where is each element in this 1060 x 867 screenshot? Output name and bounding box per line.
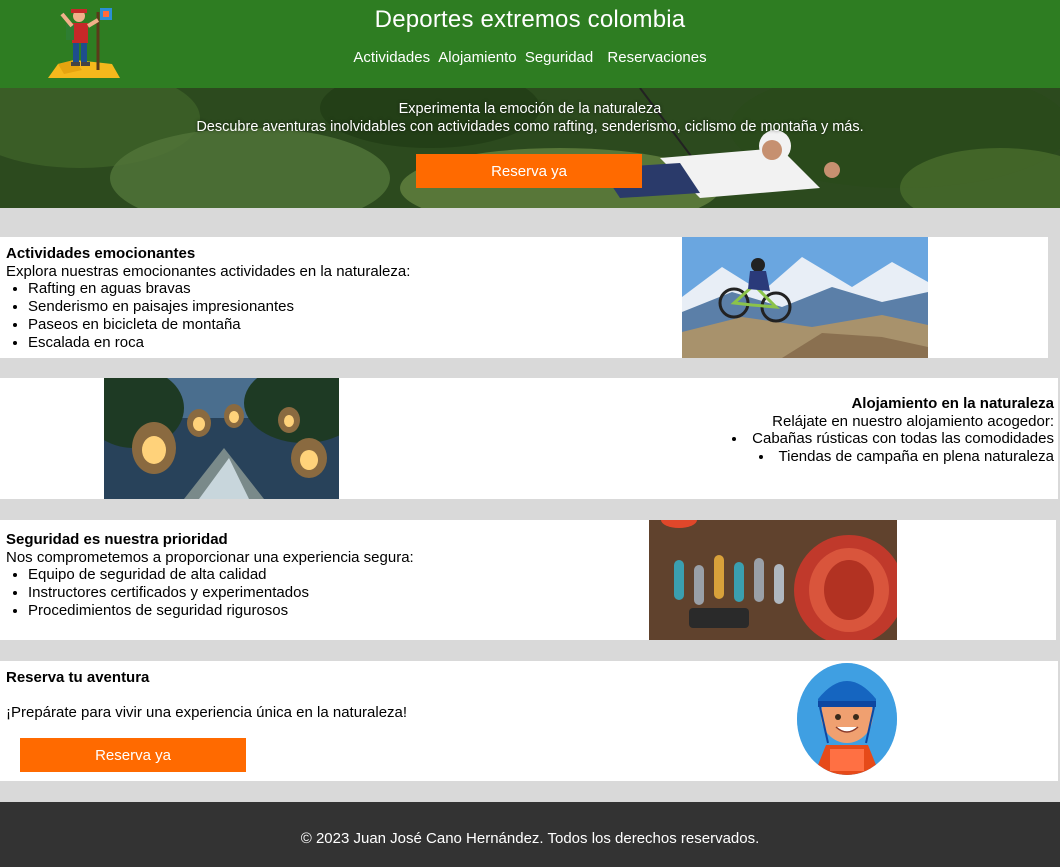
nav-link-seguridad[interactable]: Seguridad [525, 49, 593, 66]
site-header: Deportes extremos colombia Actividades A… [0, 0, 1060, 88]
list-item: Procedimientos de seguridad rigurosos [28, 602, 414, 620]
safety-list: Equipo de seguridad de alta calidad Inst… [6, 566, 414, 619]
safety-title: Seguridad es nuestra prioridad [6, 531, 228, 548]
activities-title: Actividades emocionantes [6, 245, 196, 262]
booking-title: Reserva tu aventura [6, 669, 150, 686]
hero-description: Descubre aventuras inolvidables con acti… [196, 119, 864, 135]
nav-link-actividades[interactable]: Actividades [353, 49, 430, 66]
list-item: Senderismo en paisajes impresionantes [28, 298, 410, 316]
activities-list: Rafting en aguas bravas Senderismo en pa… [6, 280, 410, 351]
nav-link-reservaciones[interactable]: Reservaciones [607, 49, 706, 66]
hero-reserve-button[interactable]: Reserva ya [416, 154, 642, 188]
site-footer: © 2023 Juan José Cano Hernández. Todos l… [0, 802, 1060, 867]
lodging-section: Alojamiento en la naturaleza Relájate en… [0, 378, 1058, 499]
safety-section: Seguridad es nuestra prioridad Nos compr… [0, 520, 1056, 640]
hero-tagline: Experimenta la emoción de la naturaleza … [0, 100, 1060, 136]
activities-section: Actividades emocionantes Explora nuestra… [0, 237, 1048, 358]
hero-headline: Experimenta la emoción de la naturaleza [398, 101, 662, 117]
booking-reserve-button[interactable]: Reserva ya [20, 738, 246, 772]
hero-banner: Experimenta la emoción de la naturaleza … [0, 88, 1060, 208]
site-title: Deportes extremos colombia [374, 6, 686, 33]
lodging-list: Cabañas rústicas con todas las comodidad… [732, 430, 1054, 465]
list-item: Tiendas de campaña en plena naturaleza [732, 448, 1054, 466]
lodging-intro: Relájate en nuestro alojamiento acogedor… [772, 412, 1054, 430]
cabins-image [104, 378, 339, 499]
booking-section: Reserva tu aventura ¡Prepárate para vivi… [0, 661, 1058, 781]
safety-text: Seguridad es nuestra prioridad Nos compr… [6, 531, 414, 620]
main-nav: Actividades Alojamiento Seguridad Reserv… [0, 49, 1060, 66]
list-item: Cabañas rústicas con todas las comodidad… [732, 430, 1054, 448]
list-item: Paseos en bicicleta de montaña [28, 316, 410, 334]
activities-text: Actividades emocionantes Explora nuestra… [6, 245, 410, 351]
activities-intro: Explora nuestras emocionantes actividade… [6, 262, 411, 280]
climbing-gear-image [649, 520, 897, 640]
list-item: Equipo de seguridad de alta calidad [28, 566, 414, 584]
list-item: Instructores certificados y experimentad… [28, 584, 414, 602]
list-item: Rafting en aguas bravas [28, 280, 410, 298]
list-item: Escalada en roca [28, 334, 410, 352]
mountain-bike-image [682, 237, 928, 358]
copyright-text: © 2023 Juan José Cano Hernández. Todos l… [300, 830, 760, 847]
lodging-text: Alojamiento en la naturaleza Relájate en… [732, 395, 1054, 466]
safety-intro: Nos comprometemos a proporcionar una exp… [6, 548, 414, 566]
nav-link-alojamiento[interactable]: Alojamiento [438, 49, 516, 66]
booking-description: ¡Prepárate para vivir una experiencia ún… [6, 704, 408, 722]
adventurer-avatar-image [797, 663, 897, 775]
lodging-title: Alojamiento en la naturaleza [851, 395, 1054, 412]
booking-text: Reserva tu aventura ¡Prepárate para vivi… [6, 669, 407, 722]
